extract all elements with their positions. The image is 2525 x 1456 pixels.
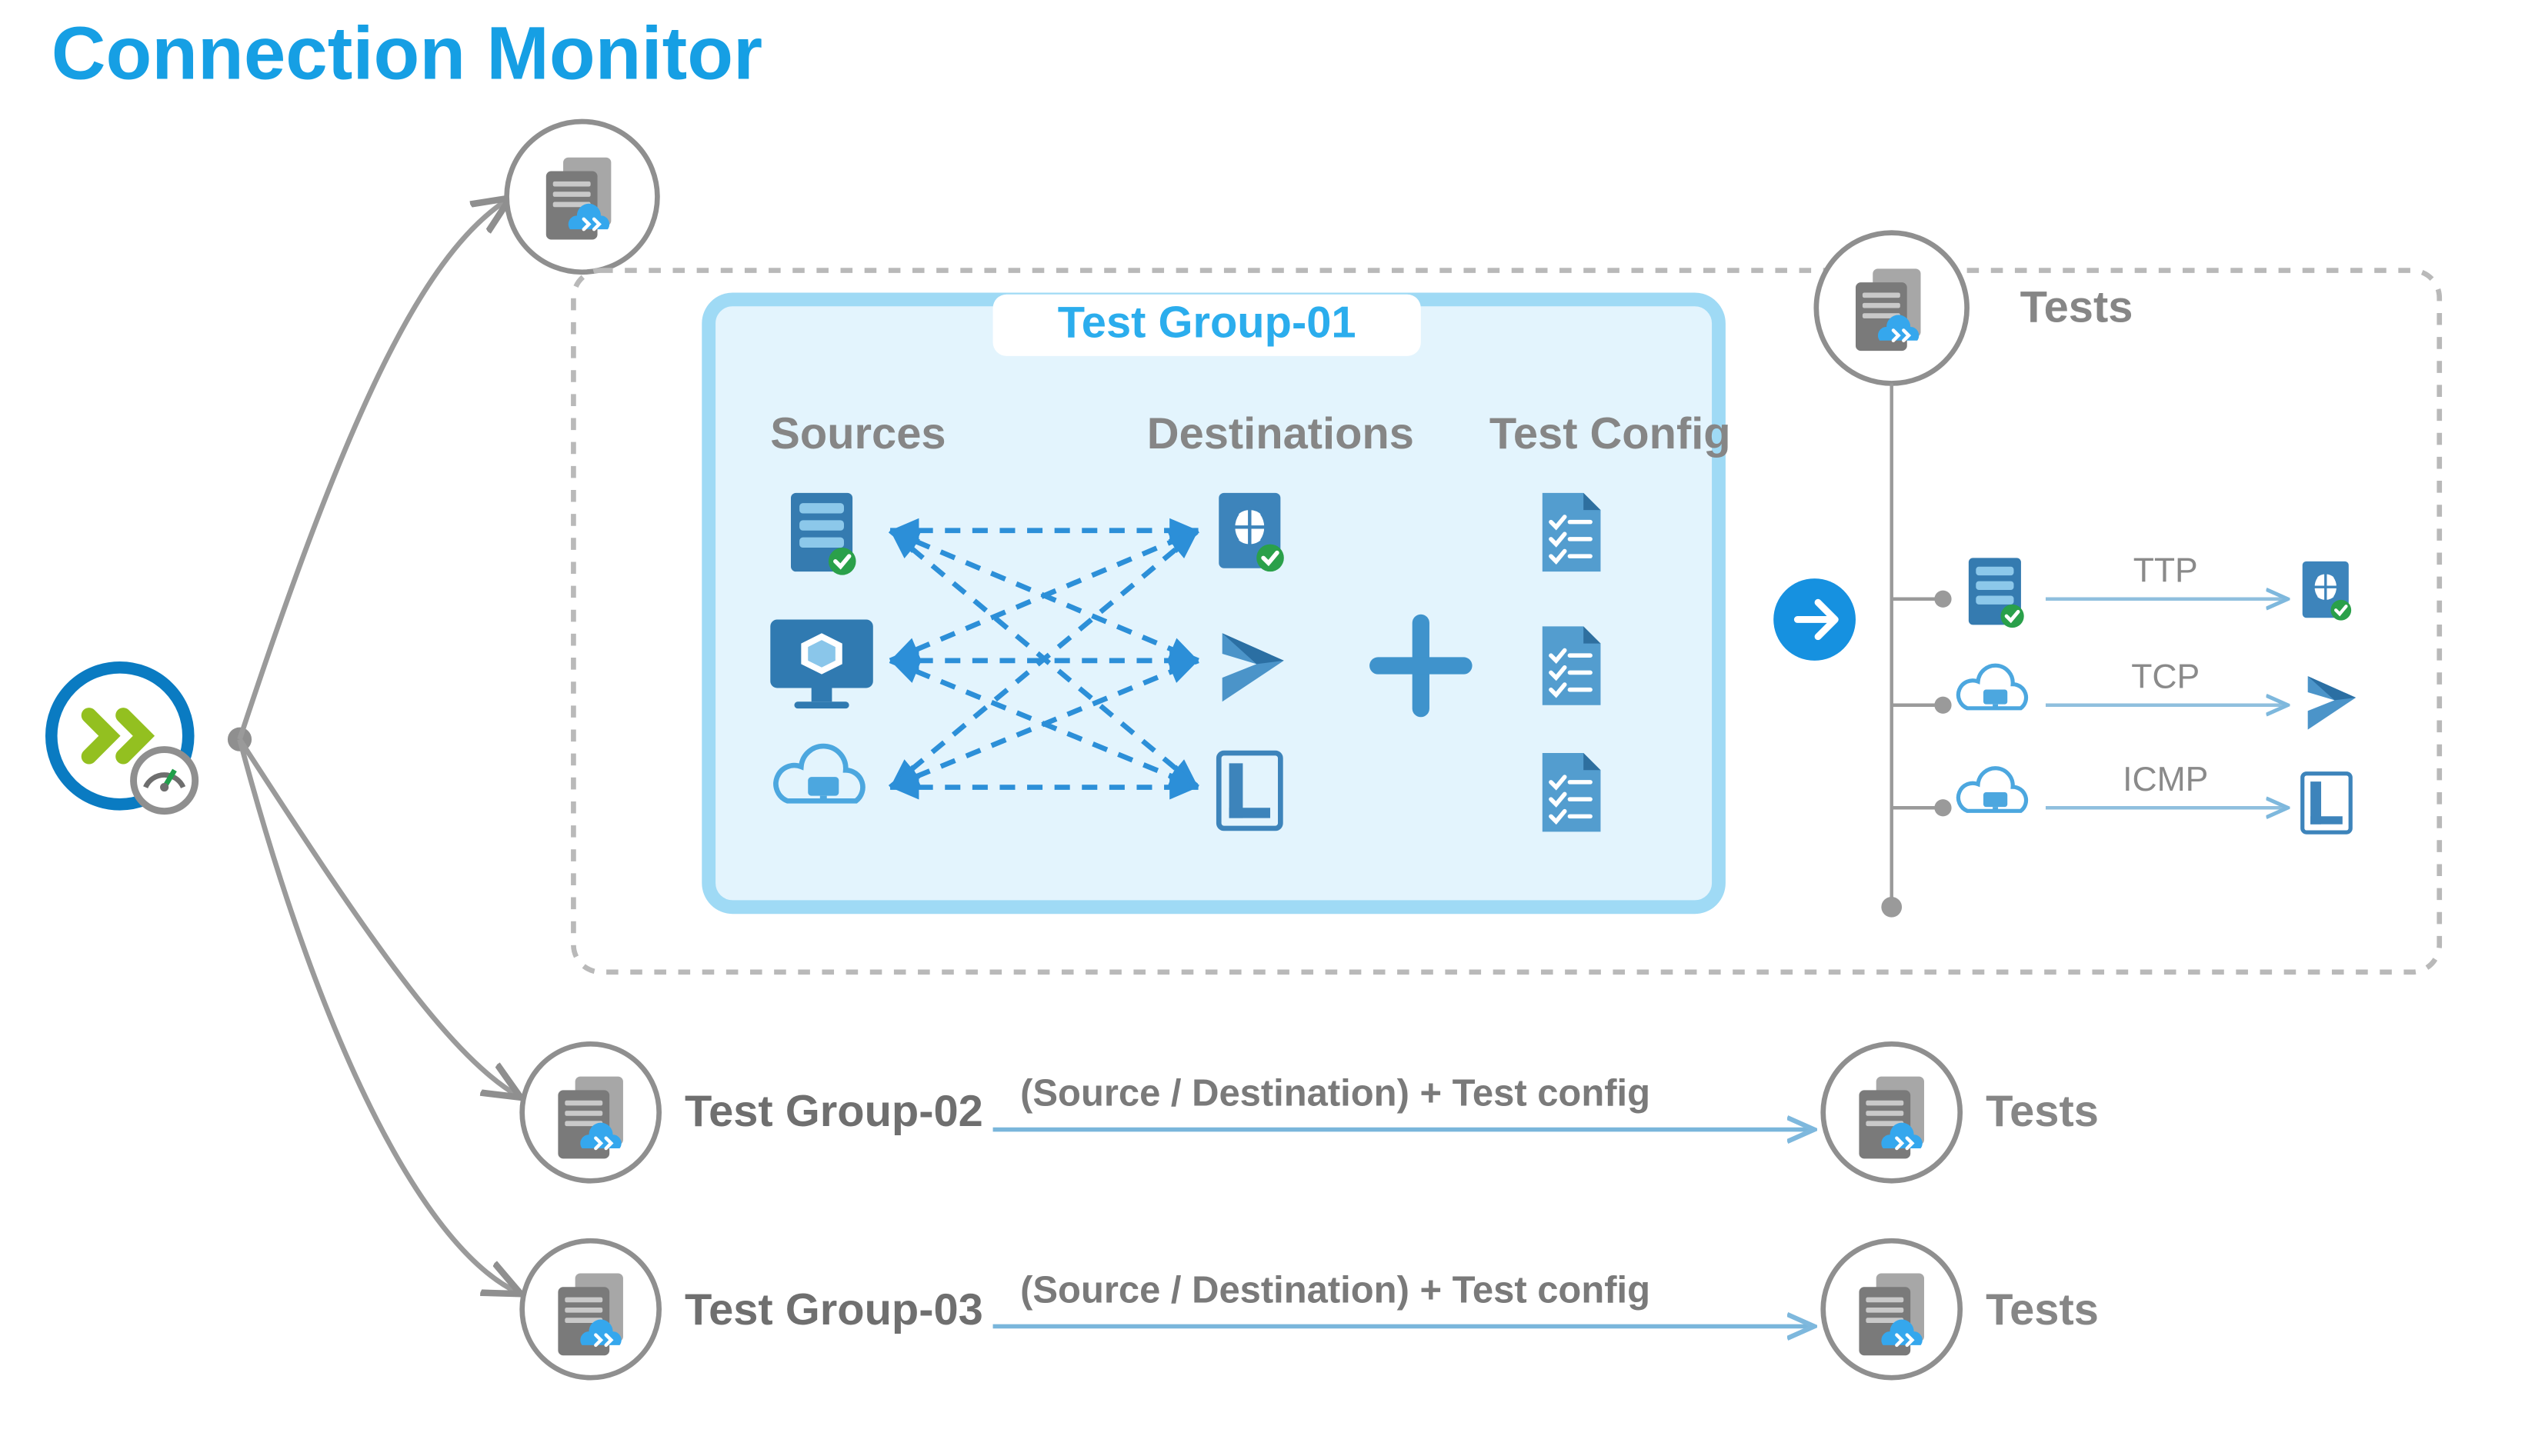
config-icon-2 (1543, 626, 1601, 705)
col-destinations: Destinations (1147, 409, 1414, 458)
branch-to-group3 (240, 739, 517, 1292)
group3-line-label: (Source / Destination) + Test config (1020, 1269, 1650, 1311)
branch-to-group2 (240, 739, 517, 1095)
group2-label: Test Group-02 (685, 1087, 983, 1136)
group3-tests-label: Tests (1986, 1285, 2099, 1334)
svg-text:ICMP: ICMP (2123, 761, 2208, 798)
source-server-icon (791, 493, 856, 575)
page-title: Connection Monitor (52, 10, 762, 95)
config-icon-1 (1543, 493, 1601, 571)
group2-line-label: (Source / Destination) + Test config (1020, 1072, 1650, 1114)
test-row-3: ICMP (1892, 761, 2350, 832)
config-icon-3 (1543, 753, 1601, 831)
test-row-2: TCP (1892, 658, 2356, 729)
col-config: Test Config (1489, 409, 1731, 458)
test-row-1: TTP (1892, 552, 2351, 628)
svg-text:TCP: TCP (2131, 658, 2200, 695)
group1-title: Test Group-01 (1058, 298, 1356, 347)
col-sources: Sources (770, 409, 946, 458)
svg-text:TTP: TTP (2133, 552, 2198, 590)
branch-to-group1 (240, 200, 507, 739)
group2-tests-label: Tests (1986, 1087, 2099, 1136)
dest-globe-icon (1219, 493, 1284, 571)
group3-label: Test Group-03 (685, 1285, 983, 1334)
root-monitor-icon (52, 668, 195, 811)
arrow-to-tests-icon (1773, 578, 1856, 661)
tests-heading: Tests (2020, 282, 2133, 332)
